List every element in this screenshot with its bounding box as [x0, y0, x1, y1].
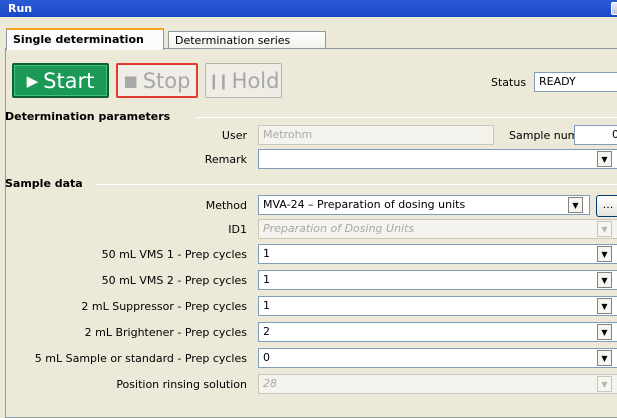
- hold-label: Hold: [231, 68, 280, 93]
- remark-field[interactable]: [258, 149, 617, 169]
- prep-cycles-label: 2 mL Suppressor - Prep cycles: [81, 300, 247, 313]
- close-button[interactable]: [611, 2, 617, 15]
- stop-button[interactable]: ■ Stop: [116, 63, 198, 98]
- remark-label: Remark: [204, 153, 247, 166]
- start-label: Start: [43, 68, 95, 93]
- chevron-down-icon: ▼: [601, 379, 608, 389]
- prep-cycles-field[interactable]: 2: [258, 322, 617, 342]
- stop-label: Stop: [142, 68, 191, 93]
- method-field[interactable]: MVA-24 – Preparation of dosing units: [258, 195, 590, 215]
- chevron-down-icon: ▼: [601, 154, 608, 164]
- prep-cycles-field[interactable]: 1: [258, 270, 617, 290]
- chevron-down-icon: ▼: [601, 275, 608, 285]
- start-button[interactable]: ▶ Start: [12, 63, 109, 98]
- tab-single-determination[interactable]: Single determination: [6, 28, 164, 50]
- prep-cycles-dropdown-button[interactable]: ▼: [597, 298, 612, 314]
- method-label: Method: [205, 199, 247, 212]
- sample-data-heading: Sample data: [5, 177, 83, 190]
- window-title: Run: [8, 2, 33, 15]
- section-divider: [95, 184, 617, 185]
- id1-label: ID1: [228, 223, 247, 236]
- prep-cycles-dropdown-button[interactable]: ▼: [597, 350, 612, 366]
- prep-cycles-label: 2 mL Brightener - Prep cycles: [84, 326, 247, 339]
- chevron-down-icon: ▼: [601, 224, 608, 234]
- hold-button[interactable]: ❙❙ Hold: [205, 63, 282, 98]
- chevron-down-icon: ▼: [601, 249, 608, 259]
- prep-cycles-label: 5 mL Sample or standard - Prep cycles: [34, 352, 247, 365]
- id1-field: Preparation of Dosing Units: [258, 219, 617, 239]
- user-label: User: [221, 129, 247, 142]
- prep-cycles-dropdown-button[interactable]: ▼: [597, 272, 612, 288]
- prep-cycles-label: 50 mL VMS 2 - Prep cycles: [101, 274, 247, 287]
- rinsing-position-field: 28: [258, 374, 617, 394]
- method-dropdown-button[interactable]: ▼: [568, 197, 583, 213]
- rinsing-position-label: Position rinsing solution: [116, 378, 247, 391]
- play-icon: ▶: [26, 71, 39, 90]
- prep-cycles-label: 50 mL VMS 1 - Prep cycles: [101, 248, 247, 261]
- determination-parameters-heading: Determination parameters: [5, 110, 171, 123]
- chevron-down-icon: ▼: [601, 327, 608, 337]
- method-browse-button[interactable]: ...: [596, 195, 617, 217]
- rinsing-position-dropdown-button: ▼: [597, 376, 612, 392]
- prep-cycles-dropdown-button[interactable]: ▼: [597, 246, 612, 262]
- status-label: Status: [491, 76, 527, 89]
- window-titlebar: Run: [0, 0, 617, 17]
- chevron-down-icon: ▼: [601, 353, 608, 363]
- section-divider: [195, 117, 617, 118]
- chevron-down-icon: ▼: [572, 200, 579, 210]
- prep-cycles-field[interactable]: 1: [258, 296, 617, 316]
- sample-number-field[interactable]: 0: [574, 125, 617, 145]
- pause-icon: ❙❙: [207, 71, 230, 90]
- id1-dropdown-button: ▼: [597, 221, 612, 237]
- prep-cycles-dropdown-button[interactable]: ▼: [597, 324, 612, 340]
- user-field: Metrohm: [258, 125, 494, 145]
- prep-cycles-field[interactable]: 0: [258, 348, 617, 368]
- stop-square-icon: ■: [123, 71, 138, 90]
- remark-dropdown-button[interactable]: ▼: [597, 151, 612, 167]
- chevron-down-icon: ▼: [601, 301, 608, 311]
- prep-cycles-field[interactable]: 1: [258, 244, 617, 264]
- status-field: READY: [534, 72, 617, 92]
